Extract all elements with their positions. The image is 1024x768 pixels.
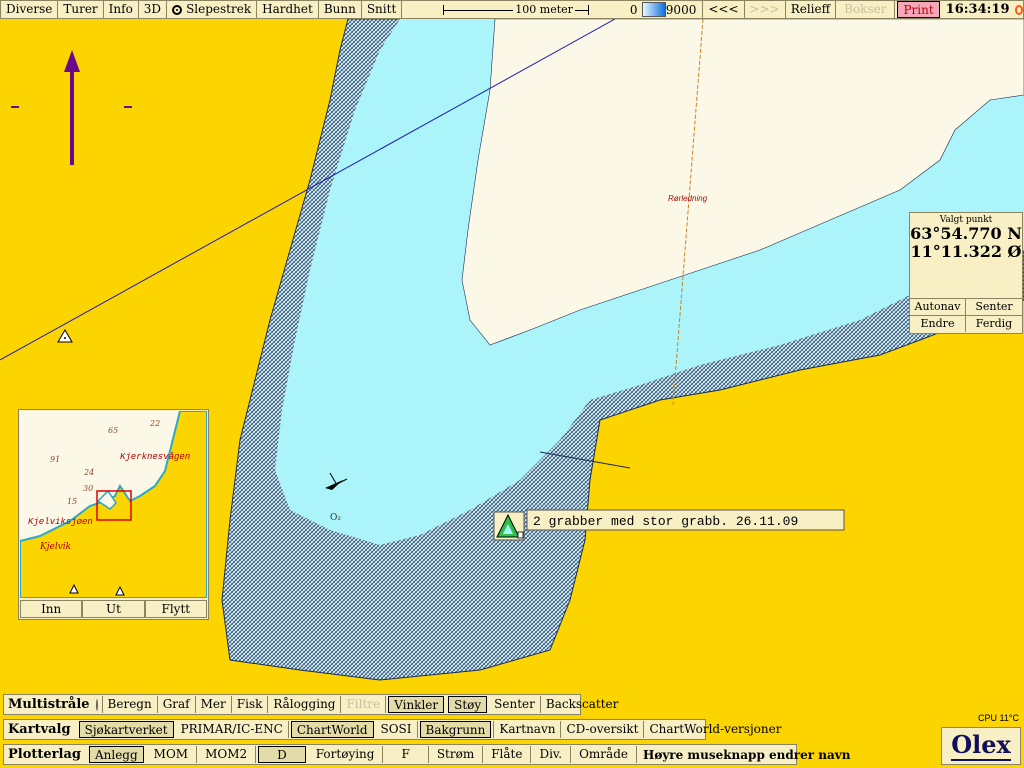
sample-marker-icon[interactable] [493,511,525,541]
bakgrunn-button[interactable]: Bakgrunn [419,721,492,738]
olex-logo: Olex [941,727,1021,765]
layer-omrade[interactable]: Område [571,746,637,763]
layer-mom[interactable]: MOM [146,746,198,763]
multistrale-label: Multistråle [8,697,90,712]
cd-oversikt-button[interactable]: CD-oversikt [561,721,645,738]
layer-mom2[interactable]: MOM2 [197,746,257,763]
depth-gradient [641,2,666,17]
beregn-button[interactable]: Beregn [101,696,158,713]
senter-toggle[interactable]: Senter [489,696,541,713]
layer-d[interactable]: D [258,746,306,763]
status-indicator-icon [95,698,98,711]
prev-button[interactable]: <<< [702,1,745,18]
depth-91: 91 [50,455,60,464]
bokser-button[interactable]: Bokser [836,1,896,18]
graf-button[interactable]: Graf [158,696,196,713]
position-panel: Valgt punkt 63°54.770 N 11°11.322 Ø Auto… [909,212,1023,334]
filtre-button[interactable]: Filtre [341,696,387,713]
menu-hardhet[interactable]: Hardhet [257,1,319,18]
menu-turer[interactable]: Turer [58,1,104,18]
fisk-button[interactable]: Fisk [232,696,269,713]
sosi-button[interactable]: SOSI [376,721,418,738]
ferdig-button[interactable]: Ferdig [966,315,1022,332]
next-button[interactable]: >>> [745,1,786,18]
relieff-button[interactable]: Relieff [786,1,837,18]
kartvalg-label: Kartvalg [8,722,71,737]
layer-strom[interactable]: Strøm [429,746,484,763]
slepestrek-button[interactable]: Slepestrek [167,1,258,18]
plotterlag-bar: Plotterlag Anlegg MOM MOM2 D Fortøying F… [3,744,850,765]
vinkler-button[interactable]: Vinkler [388,696,445,713]
depth-22: 22 [149,419,160,428]
place-kjelviksjoen: Kjelviksjøen [28,517,93,527]
zoom-in-button[interactable]: Inn [20,600,83,618]
cpu-temp: CPU 11°C [978,713,1019,723]
stoy-button[interactable]: Støy [448,696,488,713]
layer-flate[interactable]: Flåte [483,746,532,763]
plotterlag-label: Plotterlag [8,747,81,762]
chartworld-versjoner-button[interactable]: ChartWorld-versjoner [644,721,786,738]
senter-button[interactable]: Senter [966,298,1022,315]
overview-map[interactable]: 65 22 91 24 30 15 Kjerknesvågen Kjelviks… [20,411,207,598]
ralogging-button[interactable]: Rålogging [268,696,342,713]
sjokartverket-button[interactable]: Sjøkartverket [78,721,174,738]
backscatter-button[interactable]: Backscatter [541,696,623,713]
multistrale-bar: Multistråle Beregn Graf Mer Fisk Råloggi… [3,694,618,715]
depth-30: 30 [83,484,93,493]
depth-24: 24 [83,468,94,477]
place-kjelvik: Kjelvik [39,542,71,552]
menu-bunn[interactable]: Bunn [319,1,362,18]
place-kjerknesvagen: Kjerknesvågen [120,452,190,462]
depth-65: 65 [108,426,118,435]
primar-button[interactable]: PRIMAR/IC-ENC [176,721,289,738]
target-icon [172,4,183,15]
chartworld-button[interactable]: ChartWorld [290,721,374,738]
print-button[interactable]: Print [897,1,940,18]
layer-f[interactable]: F [383,746,429,763]
o2-label: O₂ [330,513,341,523]
mer-button[interactable]: Mer [196,696,232,713]
kartvalg-bar: Kartvalg Sjøkartverket PRIMAR/IC-ENC Cha… [3,719,781,740]
latitude-value: 63°54.770 N [910,224,1022,243]
plotterlag-hint: Høyre museknapp endrer navn [642,747,851,762]
move-button[interactable]: Flytt [144,600,207,618]
sun-icon [1014,4,1023,15]
top-toolbar: Diverse Turer Info 3D Slepestrek Hardhet… [0,0,1024,19]
annotation-label: 2 grabber med stor grabb. 26.11.09 [533,514,798,529]
depth-min-label: 0 [629,2,638,17]
depth-max-label: 9000 [665,2,697,17]
scale-label: 100 meter [513,2,575,17]
menu-snitt[interactable]: Snitt [362,1,403,18]
longitude-value: 11°11.322 Ø [910,242,1022,261]
zoom-out-button[interactable]: Ut [82,600,145,618]
menu-info[interactable]: Info [104,1,139,18]
depth-15: 15 [67,497,77,506]
layer-div[interactable]: Div. [531,746,572,763]
olex-logo-text: Olex [951,730,1011,761]
menu-diverse[interactable]: Diverse [1,1,59,18]
overview-panel: 65 22 91 24 30 15 Kjerknesvågen Kjelviks… [18,409,209,620]
layer-anlegg[interactable]: Anlegg [88,746,144,763]
layer-fortoying[interactable]: Fortøying [308,746,384,763]
clock: 16:34:19 [945,2,1010,17]
kartnavn-button[interactable]: Kartnavn [493,721,562,738]
menu-3d[interactable]: 3D [139,1,168,18]
endre-button[interactable]: Endre [910,315,966,332]
scale-bar: 100 meter [443,1,589,18]
autonav-button[interactable]: Autonav [910,298,966,315]
slepestrek-label: Slepestrek [186,2,252,16]
pipeline-label: Rørledning [668,194,708,203]
